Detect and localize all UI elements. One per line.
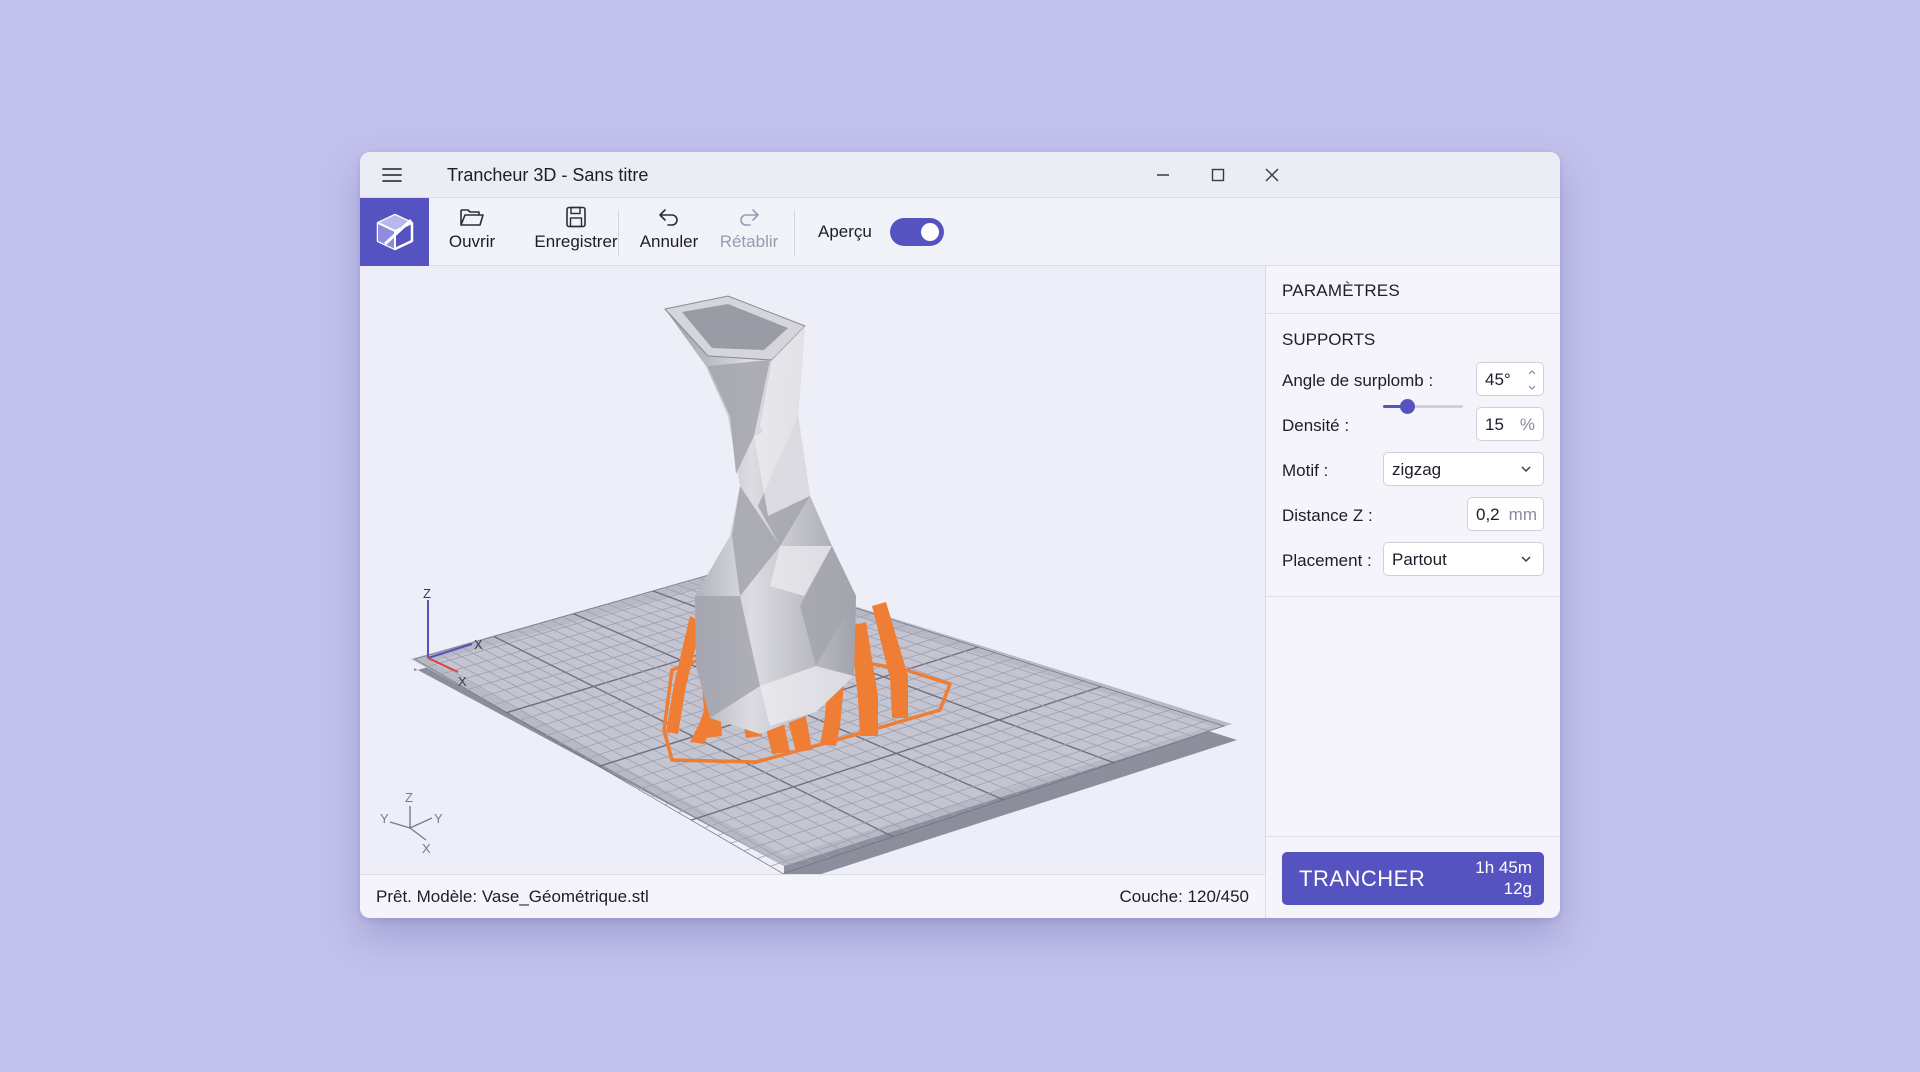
density-input[interactable]: 15 % bbox=[1476, 407, 1544, 441]
overhang-angle-input[interactable]: 45° bbox=[1476, 362, 1544, 396]
orientation-gizmo[interactable]: Z Y Y X bbox=[380, 790, 443, 856]
folder-open-icon bbox=[460, 209, 484, 226]
app-window: Trancheur 3D - Sans titre Ouvrir Enregis… bbox=[360, 152, 1560, 918]
toolbar-separator bbox=[794, 210, 795, 256]
z-distance-label: Distance Z : bbox=[1282, 506, 1373, 525]
slice-weight-estimate: 12g bbox=[1503, 879, 1532, 898]
density-slider[interactable] bbox=[1383, 396, 1463, 416]
slice-label: TRANCHER bbox=[1299, 866, 1426, 891]
orient-y2-label: Y bbox=[434, 811, 443, 826]
chevron-down-icon bbox=[1521, 466, 1531, 473]
redo-button[interactable]: Rétablir bbox=[714, 206, 784, 260]
settings-panel: PARAMÈTRES SUPPORTS Angle de surplomb : … bbox=[1265, 266, 1560, 918]
undo-label: Annuler bbox=[639, 232, 699, 251]
panel-title: PARAMÈTRES bbox=[1282, 281, 1400, 300]
placement-select[interactable]: Partout bbox=[1383, 542, 1544, 576]
scene-canvas[interactable]: Z X X Z Y Y X bbox=[360, 266, 1265, 874]
minimize-icon[interactable] bbox=[1143, 160, 1183, 190]
slice-button[interactable]: TRANCHER 1h 45m 12g bbox=[1282, 852, 1544, 905]
redo-arrow-icon bbox=[740, 209, 759, 226]
gizmo-z-label: Z bbox=[423, 586, 431, 601]
undo-button[interactable]: Annuler bbox=[634, 206, 704, 260]
undo-arrow-icon bbox=[659, 209, 678, 226]
open-label: Ouvrir bbox=[448, 232, 496, 251]
z-distance-input[interactable]: 0,2 mm bbox=[1467, 497, 1544, 531]
density-unit: % bbox=[1519, 415, 1535, 434]
toolbar: Ouvrir Enregistrer Annuler Rétablir Aper… bbox=[360, 198, 1560, 266]
pattern-value: zigzag bbox=[1392, 460, 1442, 479]
z-distance-value: 0,2 bbox=[1476, 505, 1500, 524]
slider-thumb[interactable] bbox=[1400, 399, 1415, 414]
orient-y-label: Y bbox=[380, 811, 389, 826]
hamburger-menu-icon[interactable] bbox=[380, 164, 404, 186]
panel-divider bbox=[1266, 836, 1560, 837]
3d-viewport[interactable]: Z X X Z Y Y X bbox=[360, 266, 1265, 874]
redo-label: Rétablir bbox=[719, 232, 779, 251]
status-bar: Prêt. Modèle: Vase_Géométrique.stl Couch… bbox=[360, 874, 1265, 918]
chevron-down-icon bbox=[1521, 556, 1531, 563]
pattern-label: Motif : bbox=[1282, 461, 1329, 480]
orient-z-label: Z bbox=[405, 790, 413, 805]
density-value: 15 bbox=[1485, 415, 1504, 434]
preview-toggle[interactable] bbox=[890, 218, 944, 246]
panel-header: PARAMÈTRES bbox=[1266, 266, 1560, 314]
panel-divider bbox=[1266, 596, 1560, 597]
app-logo-cube-icon bbox=[360, 198, 429, 266]
density-label: Densité : bbox=[1282, 416, 1350, 435]
toggle-knob bbox=[921, 223, 939, 241]
save-button[interactable]: Enregistrer bbox=[513, 206, 639, 260]
stepper-arrows-icon[interactable] bbox=[1527, 367, 1537, 393]
preview-label: Aperçu bbox=[818, 222, 872, 241]
orient-x-label: X bbox=[422, 841, 431, 856]
floppy-save-icon bbox=[566, 206, 586, 228]
pattern-select[interactable]: zigzag bbox=[1383, 452, 1544, 486]
overhang-angle-label: Angle de surplomb : bbox=[1282, 371, 1434, 390]
status-message: Prêt. Modèle: Vase_Géométrique.stl bbox=[376, 887, 649, 906]
toolbar-separator bbox=[618, 210, 619, 256]
open-button[interactable]: Ouvrir bbox=[446, 206, 498, 260]
window-title: Trancheur 3D - Sans titre bbox=[447, 165, 649, 185]
title-bar: Trancheur 3D - Sans titre bbox=[360, 152, 1560, 198]
supports-section-title: SUPPORTS bbox=[1282, 330, 1376, 349]
overhang-angle-value: 45° bbox=[1485, 370, 1511, 389]
gizmo-x-label: X bbox=[474, 637, 483, 652]
placement-label: Placement : bbox=[1282, 551, 1372, 570]
gizmo-x-label-2: X bbox=[458, 674, 467, 689]
maximize-icon[interactable] bbox=[1198, 160, 1238, 190]
z-distance-unit: mm bbox=[1508, 505, 1537, 524]
close-icon[interactable] bbox=[1252, 160, 1292, 190]
placement-value: Partout bbox=[1392, 550, 1447, 569]
layer-indicator: Couche: 120/450 bbox=[1119, 887, 1250, 906]
save-label: Enregistrer bbox=[534, 232, 618, 251]
slice-time-estimate: 1h 45m bbox=[1475, 858, 1532, 877]
